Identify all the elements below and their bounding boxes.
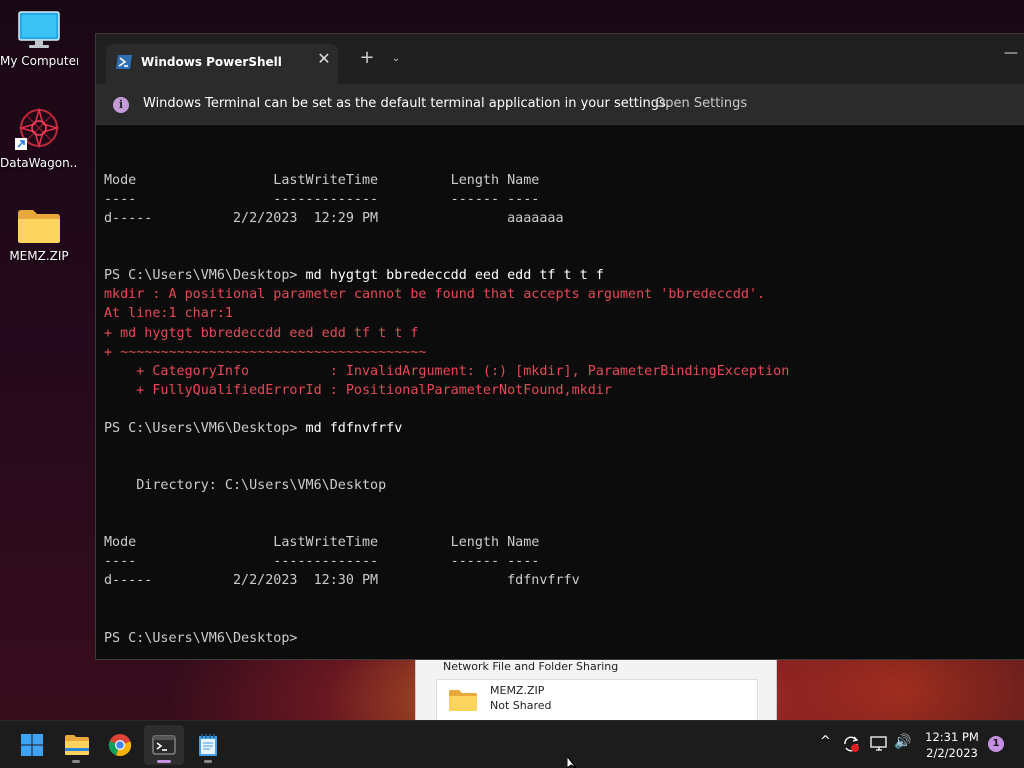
console-line: d----- 2/2/2023 12:30 PM fdfnvfrfv	[104, 573, 580, 589]
show-hidden-icons-button[interactable]: ^	[820, 734, 831, 749]
datawagon-shortcut-icon	[15, 107, 60, 150]
running-indicator	[157, 760, 171, 763]
sharing-dialog: Network File and Folder Sharing MEMZ.ZIP…	[415, 656, 777, 723]
start-button[interactable]	[12, 725, 52, 765]
desktop-icon-datawagon[interactable]: DataWagon...	[0, 106, 78, 170]
terminal-icon	[152, 735, 176, 755]
sharing-dialog-heading: Network File and Folder Sharing	[443, 660, 619, 673]
powershell-icon	[116, 55, 132, 69]
console-line: Mode LastWriteTime Length Name	[104, 173, 540, 188]
windows-logo-icon	[21, 734, 43, 756]
desktop-icon-label: MEMZ.ZIP	[9, 249, 69, 263]
sharing-item-name: MEMZ.ZIP	[490, 684, 545, 697]
taskbar-notepad[interactable]	[188, 725, 228, 765]
tab-dropdown-button[interactable]: ⌄	[386, 48, 406, 70]
console-line: PS C:\Users\VM6\Desktop>	[104, 630, 298, 646]
terminal-window[interactable]: Windows PowerShell ✕ + ⌄ — i Windows Ter…	[95, 33, 1024, 660]
sync-icon[interactable]	[842, 735, 860, 753]
console-prompt: PS C:\Users\VM6\Desktop>	[104, 420, 306, 436]
console-line: Directory: C:\Users\VM6\Desktop	[104, 478, 387, 493]
tab-windows-powershell[interactable]: Windows PowerShell ✕	[106, 44, 338, 84]
console-line: ---- ------------- ------ ----	[104, 192, 540, 208]
folder-icon	[65, 735, 89, 755]
console-line: d----- 2/2/2023 12:29 PM aaaaaaa	[104, 211, 564, 227]
sharing-item-status: Not Shared	[490, 699, 552, 712]
console-prompt: PS C:\Users\VM6\Desktop>	[104, 268, 306, 284]
running-indicator	[72, 760, 80, 763]
open-settings-link[interactable]: Open Settings	[655, 96, 747, 111]
network-icon[interactable]	[870, 736, 888, 752]
info-bar: i Windows Terminal can be set as the def…	[96, 84, 1024, 125]
new-tab-button[interactable]: +	[356, 48, 378, 70]
tab-title: Windows PowerShell	[141, 55, 282, 69]
clock-date: 2/2/2023	[926, 746, 978, 760]
console-line: ---- ------------- ------ ----	[104, 554, 540, 570]
console-line: + FullyQualifiedErrorId : PositionalPara…	[104, 382, 612, 398]
taskbar-file-explorer[interactable]	[56, 725, 96, 765]
desktop-icon-label: My Computer	[0, 54, 78, 68]
close-tab-button[interactable]: ✕	[314, 50, 334, 70]
desktop-icon-my-computer[interactable]: My Computer	[0, 10, 78, 68]
taskbar-chrome[interactable]	[100, 725, 140, 765]
chrome-icon	[108, 734, 132, 757]
taskbar-terminal[interactable]	[144, 725, 184, 765]
console-command: md fdfnvfrfv	[305, 420, 403, 436]
monitor-icon	[18, 11, 60, 48]
minimize-button[interactable]: —	[1001, 46, 1021, 66]
console-line: Mode LastWriteTime Length Name	[104, 535, 540, 551]
console-line: + CategoryInfo : InvalidArgument: (:) [m…	[104, 363, 790, 379]
title-bar[interactable]: Windows PowerShell ✕ + ⌄ —	[96, 34, 1024, 84]
console-line: mkdir : A positional parameter cannot be…	[104, 287, 766, 303]
console-line: + ~~~~~~~~~~~~~~~~~~~~~~~~~~~~~~~~~~~~~~	[104, 344, 427, 360]
info-bar-message: Windows Terminal can be set as the defau…	[143, 96, 670, 111]
console-line: + md hygtgt bbredeccdd eed edd tf t t f	[104, 325, 419, 341]
mouse-cursor-icon	[567, 756, 577, 768]
folder-icon	[449, 690, 477, 711]
desktop-icon-memz-zip[interactable]: MEMZ.ZIP	[0, 207, 78, 263]
sharing-item[interactable]: MEMZ.ZIP Not Shared	[436, 679, 758, 723]
console-line: At line:1 char:1	[104, 306, 233, 322]
taskbar-clock[interactable]: 12:31 PM 2/2/2023	[912, 729, 992, 761]
info-icon: i	[113, 97, 129, 113]
console-output[interactable]: Mode LastWriteTime Length Name ---- -----…	[104, 171, 1014, 648]
console-command: md hygtgt bbredeccdd eed edd tf t t f	[305, 268, 604, 284]
notification-badge[interactable]: 1	[988, 736, 1004, 752]
desktop-icon-label: DataWagon...	[0, 156, 78, 170]
notepad-icon	[199, 734, 217, 756]
clock-time: 12:31 PM	[925, 730, 979, 744]
running-indicator	[204, 760, 212, 763]
console-line: PS C:\Users\VM6\Desktop> md hygtgt bbred…	[104, 266, 1014, 285]
folder-icon	[18, 210, 60, 243]
volume-icon[interactable]: 🔊	[894, 734, 911, 750]
console-line: PS C:\Users\VM6\Desktop> md fdfnvfrfv	[104, 419, 1014, 438]
